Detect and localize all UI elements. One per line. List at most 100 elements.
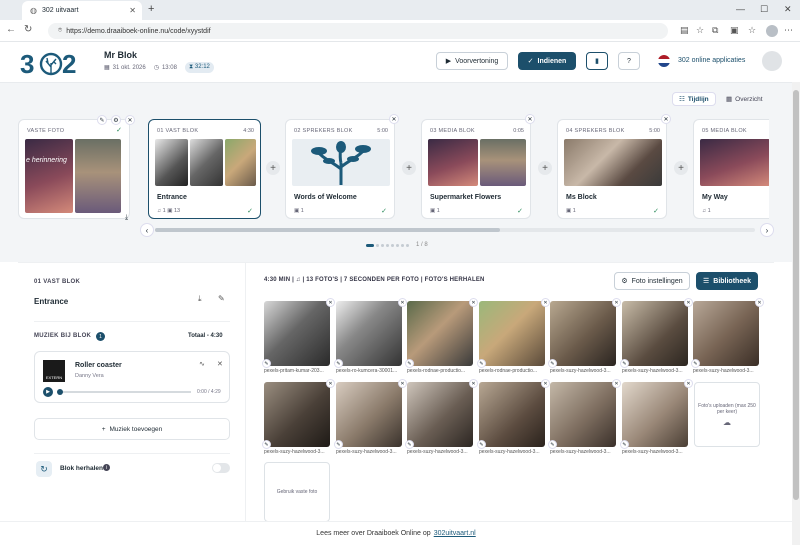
edit-icon[interactable]: ✎: [218, 294, 225, 303]
block-card-words-of-welcome[interactable]: 02 SPREKERS BLOK 5:00 Words of Welcome ▣…: [285, 119, 395, 219]
url-field[interactable]: ⌾ https://demo.draaiboek-online.nu/code/…: [48, 23, 668, 39]
photo-thumbnail[interactable]: [264, 301, 330, 366]
remove-photo-icon[interactable]: ✕: [541, 298, 550, 307]
scroll-right-button[interactable]: ›: [760, 223, 774, 237]
edit-photo-icon[interactable]: ✎: [262, 359, 271, 368]
remove-photo-icon[interactable]: ✕: [469, 379, 478, 388]
edit-photo-icon[interactable]: ✎: [620, 359, 629, 368]
edit-photo-icon[interactable]: ✎: [691, 359, 700, 368]
photo-thumbnail[interactable]: [264, 382, 330, 447]
remove-photo-icon[interactable]: ✕: [755, 298, 764, 307]
settings-icon[interactable]: ⚙: [111, 115, 121, 125]
tab-timeline[interactable]: ☷ Tijdlijn: [672, 92, 716, 106]
library-button[interactable]: ☰ Bibliotheek: [696, 272, 758, 290]
page-dot[interactable]: [396, 244, 399, 247]
dutch-flag-icon[interactable]: [658, 55, 670, 67]
tab-overview[interactable]: ▦ Overzicht: [720, 92, 769, 106]
maximize-icon[interactable]: ☐: [760, 4, 768, 15]
song-progress[interactable]: [59, 391, 191, 393]
progress-handle[interactable]: [57, 389, 63, 395]
page-dot[interactable]: [401, 244, 404, 247]
page-scroll-thumb[interactable]: [793, 90, 799, 500]
edit-photo-icon[interactable]: ✎: [477, 359, 486, 368]
photo-thumbnail[interactable]: [407, 301, 473, 366]
info-icon[interactable]: i: [103, 464, 110, 471]
block-card-ms-block[interactable]: 04 SPREKERS BLOK 5:00 Ms Block ▣ 1 ✓: [557, 119, 667, 219]
remove-photo-icon[interactable]: ✕: [326, 379, 335, 388]
apps-link[interactable]: 302 online applicaties: [678, 57, 745, 64]
submit-button[interactable]: ✓ Indienen: [518, 52, 576, 70]
remove-photo-icon[interactable]: ✕: [612, 298, 621, 307]
add-block-button[interactable]: +: [266, 161, 280, 175]
photo-thumbnail[interactable]: [622, 301, 688, 366]
download-icon[interactable]: ⤓: [198, 294, 202, 304]
add-music-button[interactable]: + Muziek toevoegen: [34, 418, 230, 440]
photo-thumbnail[interactable]: [407, 382, 473, 447]
page-dot[interactable]: [376, 244, 379, 247]
edit-photo-icon[interactable]: ✎: [405, 359, 414, 368]
new-tab-button[interactable]: +: [148, 3, 154, 15]
edit-photo-icon[interactable]: ✎: [262, 440, 271, 449]
help-button[interactable]: ?: [618, 52, 640, 70]
user-avatar[interactable]: [762, 51, 782, 71]
scroll-left-button[interactable]: ‹: [140, 223, 154, 237]
remove-photo-icon[interactable]: ✕: [684, 298, 693, 307]
edit-photo-icon[interactable]: ✎: [405, 440, 414, 449]
edit-photo-icon[interactable]: ✎: [548, 440, 557, 449]
add-block-button[interactable]: +: [538, 161, 552, 175]
page-dot[interactable]: [406, 244, 409, 247]
block-card-fixed-photo[interactable]: VASTE FOTO e herinnering ✎ ⚙ ✕ ✓ ⤓: [18, 115, 135, 222]
remove-photo-icon[interactable]: ✕: [469, 298, 478, 307]
browser-tab[interactable]: ◍ 302 uitvaart ✕: [22, 1, 142, 20]
timeline-scroll-thumb[interactable]: [155, 228, 500, 232]
photo-thumbnail[interactable]: [479, 301, 545, 366]
play-button[interactable]: ▶: [43, 387, 53, 397]
page-dot[interactable]: [391, 244, 394, 247]
photo-settings-button[interactable]: ⚙ Foto instellingen: [614, 272, 690, 290]
book-button[interactable]: ▮: [586, 52, 608, 70]
block-card-my-way[interactable]: 05 MEDIA BLOK My Way ♫ 1: [693, 119, 769, 219]
add-block-button[interactable]: +: [674, 161, 688, 175]
remove-block-icon[interactable]: ✕: [661, 114, 671, 124]
browser-profile-avatar[interactable]: [766, 25, 778, 37]
photo-thumbnail[interactable]: [550, 301, 616, 366]
close-tab-icon[interactable]: ✕: [129, 6, 136, 15]
waveform-icon[interactable]: ∿: [199, 360, 205, 368]
repeat-toggle[interactable]: [212, 463, 230, 473]
download-icon[interactable]: ⤓: [125, 214, 128, 222]
edit-photo-icon[interactable]: ✎: [334, 440, 343, 449]
favorite-icon[interactable]: ☆: [696, 25, 704, 36]
extensions-icon[interactable]: ⧉: [712, 25, 718, 36]
remove-song-icon[interactable]: ✕: [217, 360, 223, 368]
preview-button[interactable]: ▶ Voorvertoning: [436, 52, 508, 70]
remove-photo-icon[interactable]: ✕: [398, 298, 407, 307]
minimize-icon[interactable]: —: [736, 4, 745, 14]
block-card-supermarket-flowers[interactable]: 03 MEDIA BLOK 0:05 Supermarket Flowers ▣…: [421, 119, 531, 219]
photo-thumbnail[interactable]: [622, 382, 688, 447]
photo-thumbnail[interactable]: [479, 382, 545, 447]
photo-thumbnail[interactable]: [693, 301, 759, 366]
edit-photo-icon[interactable]: ✎: [334, 359, 343, 368]
use-fixed-photo-button[interactable]: Gebruik vaste foto: [264, 462, 330, 522]
close-icon[interactable]: ✕: [125, 115, 135, 125]
close-window-icon[interactable]: ✕: [784, 4, 792, 15]
remove-photo-icon[interactable]: ✕: [612, 379, 621, 388]
collections-icon[interactable]: ▣: [730, 25, 739, 36]
block-card-entrance[interactable]: 01 VAST BLOK 4:30 Entrance ♫ 1 ▣ 13 ✓: [148, 119, 261, 219]
menu-icon[interactable]: ⋯: [784, 25, 793, 36]
upload-photos-button[interactable]: Foto's uploaden (max 250 per keer) ☁: [694, 382, 760, 447]
remove-photo-icon[interactable]: ✕: [326, 298, 335, 307]
photo-thumbnail[interactable]: [336, 382, 402, 447]
favorites-bar-icon[interactable]: ☆: [748, 25, 756, 36]
page-dot[interactable]: [381, 244, 384, 247]
remove-block-icon[interactable]: ✕: [389, 114, 399, 124]
remove-block-icon[interactable]: ✕: [525, 114, 535, 124]
remove-photo-icon[interactable]: ✕: [541, 379, 550, 388]
add-block-button[interactable]: +: [402, 161, 416, 175]
remove-photo-icon[interactable]: ✕: [684, 379, 693, 388]
remove-photo-icon[interactable]: ✕: [398, 379, 407, 388]
footer-link[interactable]: 302uitvaart.nl: [434, 530, 476, 537]
page-dot[interactable]: [386, 244, 389, 247]
reload-icon[interactable]: ↻: [24, 24, 32, 35]
edit-photo-icon[interactable]: ✎: [548, 359, 557, 368]
